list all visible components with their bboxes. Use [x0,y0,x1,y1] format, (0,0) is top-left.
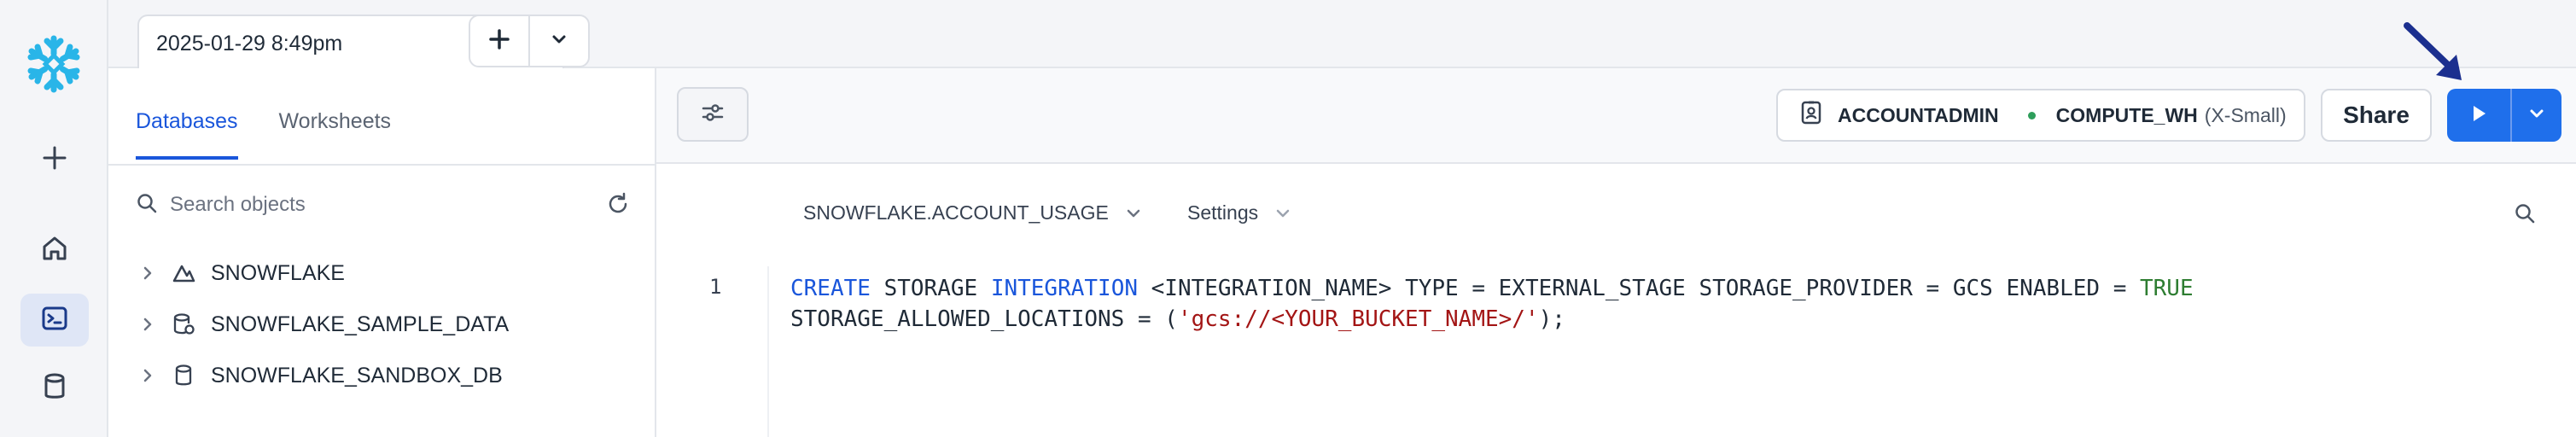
create-button[interactable] [20,133,89,186]
worksheet-tab-title[interactable]: 2025-01-29 8:49pm [156,32,342,55]
code-token: ); [1538,306,1565,332]
warehouse-label: COMPUTE_WH [2055,103,2198,126]
worksheets-icon [40,304,69,337]
code-token: <INTEGRATION_NAME> TYPE = EXTERNAL_STAGE… [1138,276,2140,301]
chevron-down-icon [2527,104,2546,127]
tree-item-snowflake[interactable]: SNOWFLAKE [141,248,509,299]
tab-worksheets[interactable]: Worksheets [279,109,392,160]
left-nav-rail [0,0,108,437]
settings-dropdown[interactable]: Settings [1187,201,1292,224]
home-icon [40,234,69,267]
play-icon [2468,103,2489,128]
code-line-2: STORAGE_ALLOWED_LOCATIONS = ('gcs://<YOU… [790,306,1565,332]
divider [108,164,655,166]
home-nav-button[interactable] [20,224,89,277]
tree-item-label: SNOWFLAKE_SAMPLE_DATA [211,312,510,336]
database-schema-selector[interactable]: SNOWFLAKE.ACCOUNT_USAGE [803,201,1143,224]
tab-actions [469,15,590,67]
line-number-gutter: 1 [656,266,769,437]
chevron-right-icon[interactable] [141,265,160,282]
tree-item-label: SNOWFLAKE [211,260,345,285]
tab-menu-button[interactable] [528,16,588,66]
search-icon [136,192,158,218]
refresh-icon[interactable] [605,191,631,221]
search-code-icon[interactable] [2513,201,2537,230]
run-button-group [2447,89,2561,142]
object-search[interactable]: Search objects [136,188,631,222]
editor-toolbar: ACCOUNTADMIN COMPUTE_WH (X-Small) Share [656,68,2576,164]
database-tree: SNOWFLAKE SNOWFLAKE_SAMPLE_DATA SNOWFLAK… [141,248,509,401]
run-button[interactable] [2447,89,2510,142]
database-icon [172,364,201,387]
code-token: STORAGE_ALLOWED_LOCATIONS = ( [790,306,1178,332]
chevron-right-icon[interactable] [141,316,160,333]
sample-database-icon [172,312,201,336]
snowflake-logo-icon[interactable] [24,34,84,94]
worksheet-tab-bar: 2025-01-29 8:49pm [108,0,2576,69]
line-number: 1 [709,275,722,299]
tree-item-label: SNOWFLAKE_SANDBOX_DB [211,363,503,387]
code-token: CREATE [790,276,871,301]
code-token: STORAGE [870,276,991,301]
sliders-icon [700,100,726,130]
sql-editor[interactable]: CREATE STORAGE INTEGRATION <INTEGRATION_… [790,273,2194,335]
annotation-arrow-icon [2402,20,2470,93]
tree-item-snowflake-sample-data[interactable]: SNOWFLAKE_SAMPLE_DATA [141,299,509,350]
settings-label: Settings [1187,201,1259,224]
chevron-down-icon [1273,204,1292,223]
worksheets-nav-button[interactable] [20,294,89,347]
chevron-right-icon[interactable] [141,367,160,384]
share-button[interactable]: Share [2321,89,2432,142]
filter-button[interactable] [677,87,749,142]
database-icon [42,372,67,405]
tab-databases[interactable]: Databases [136,109,238,160]
browser-tabs: Databases Worksheets [136,109,391,160]
editor-context-bar: SNOWFLAKE.ACCOUNT_USAGE Settings [656,164,2576,266]
warehouse-size: (X-Small) [2204,103,2287,126]
plus-icon [41,144,68,176]
data-nav-button[interactable] [20,362,89,415]
role-label: ACCOUNTADMIN [1838,103,1999,126]
tree-item-snowflake-sandbox-db[interactable]: SNOWFLAKE_SANDBOX_DB [141,350,509,401]
warehouse-status-dot [2027,111,2036,119]
shared-database-icon [172,261,201,285]
chevron-down-icon [550,30,568,53]
database-schema-label: SNOWFLAKE.ACCOUNT_USAGE [803,201,1109,224]
new-worksheet-button[interactable] [470,16,528,66]
code-token: INTEGRATION [990,276,1138,301]
code-token: 'gcs://<YOUR_BUCKET_NAME>/' [1177,306,1539,332]
role-badge-icon [1800,100,1822,131]
code-token: TRUE [2140,276,2194,301]
role-warehouse-selector[interactable]: ACCOUNTADMIN COMPUTE_WH (X-Small) [1776,89,2305,142]
chevron-down-icon [1124,204,1143,223]
code-line-1: CREATE STORAGE INTEGRATION <INTEGRATION_… [790,276,2194,301]
object-browser-panel: Databases Worksheets Search objects SNOW… [108,68,656,437]
search-input[interactable]: Search objects [170,193,306,217]
plus-icon [488,28,510,55]
run-options-button[interactable] [2510,89,2561,142]
